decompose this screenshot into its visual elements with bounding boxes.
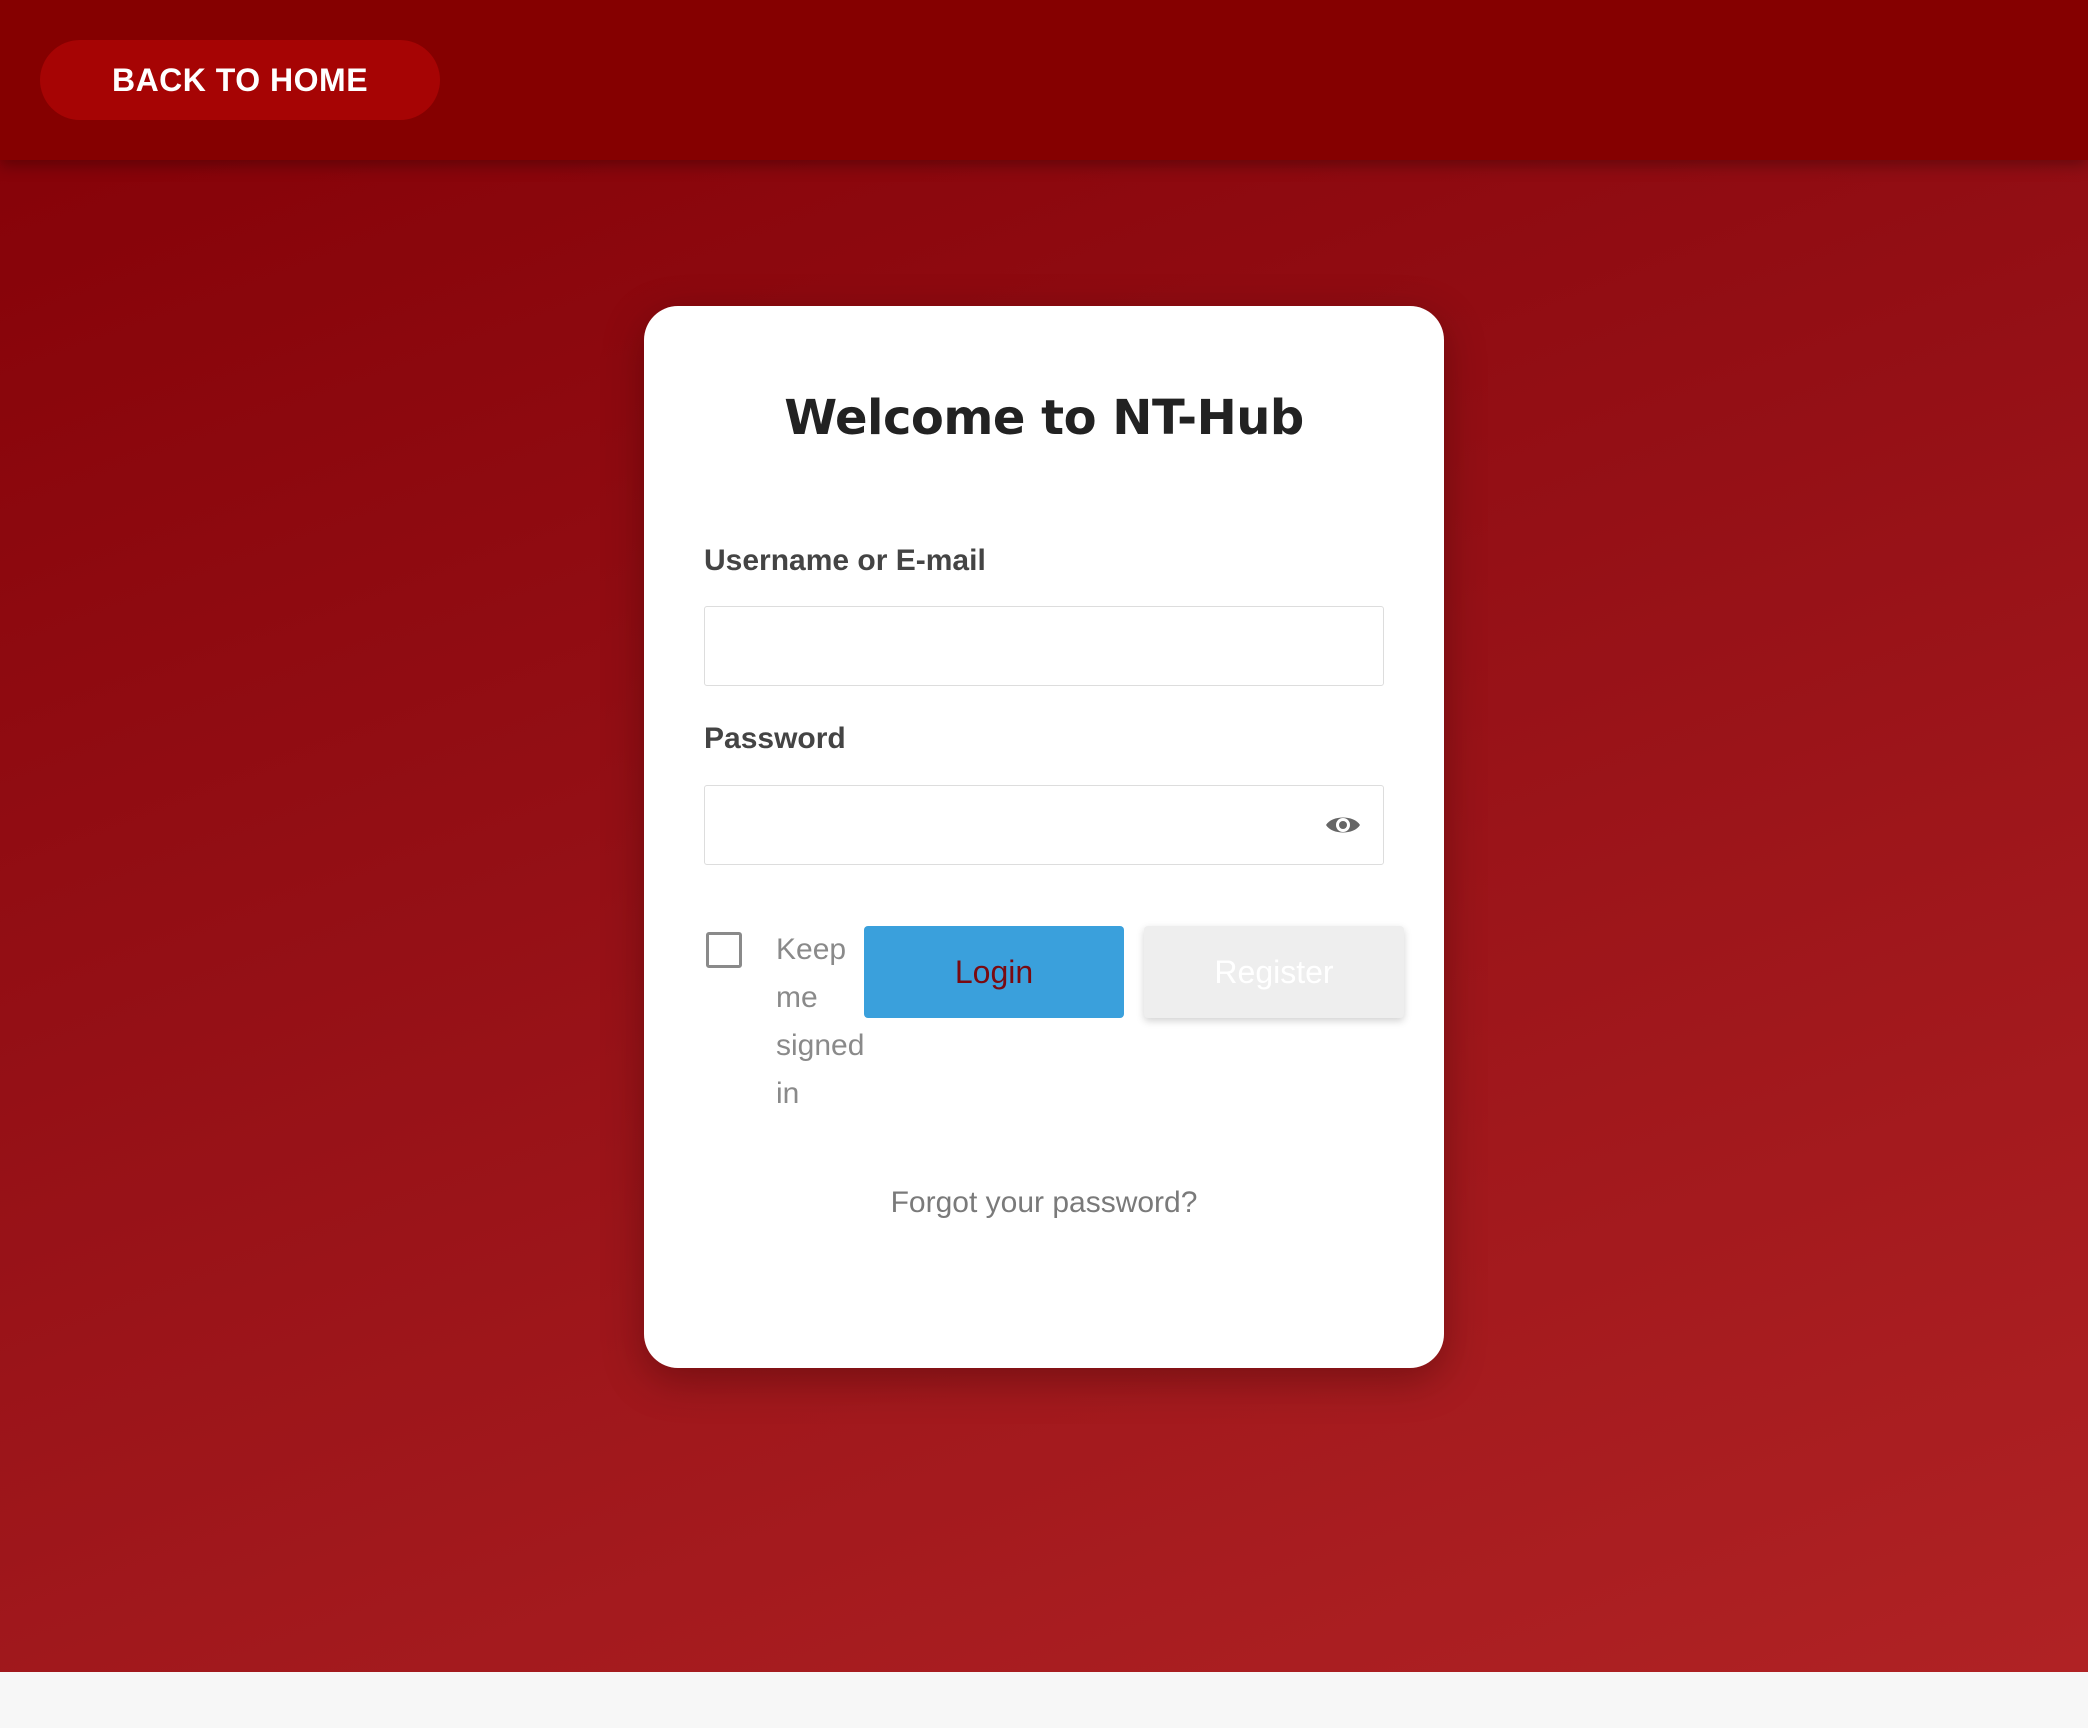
login-card: Welcome to NT-Hub Username or E-mail Pas… — [644, 306, 1444, 1368]
register-button[interactable]: Register — [1144, 926, 1404, 1018]
eye-icon[interactable] — [1324, 810, 1362, 840]
top-header: BACK TO HOME — [0, 0, 2088, 160]
username-input[interactable] — [704, 606, 1384, 686]
username-label: Username or E-mail — [704, 544, 986, 577]
password-input[interactable] — [704, 785, 1384, 865]
forgot-password-link[interactable]: Forgot your password? — [644, 1186, 1444, 1220]
eye-icon-graphic — [1326, 817, 1360, 833]
page-title: Welcome to NT-Hub — [784, 390, 1304, 446]
keep-signed-in-checkbox[interactable] — [706, 932, 742, 968]
back-to-home-button[interactable]: BACK TO HOME — [40, 40, 440, 120]
keep-signed-in-label: Keep me signed in — [776, 933, 865, 1110]
login-button[interactable]: Login — [864, 926, 1124, 1018]
password-label: Password — [704, 722, 846, 755]
